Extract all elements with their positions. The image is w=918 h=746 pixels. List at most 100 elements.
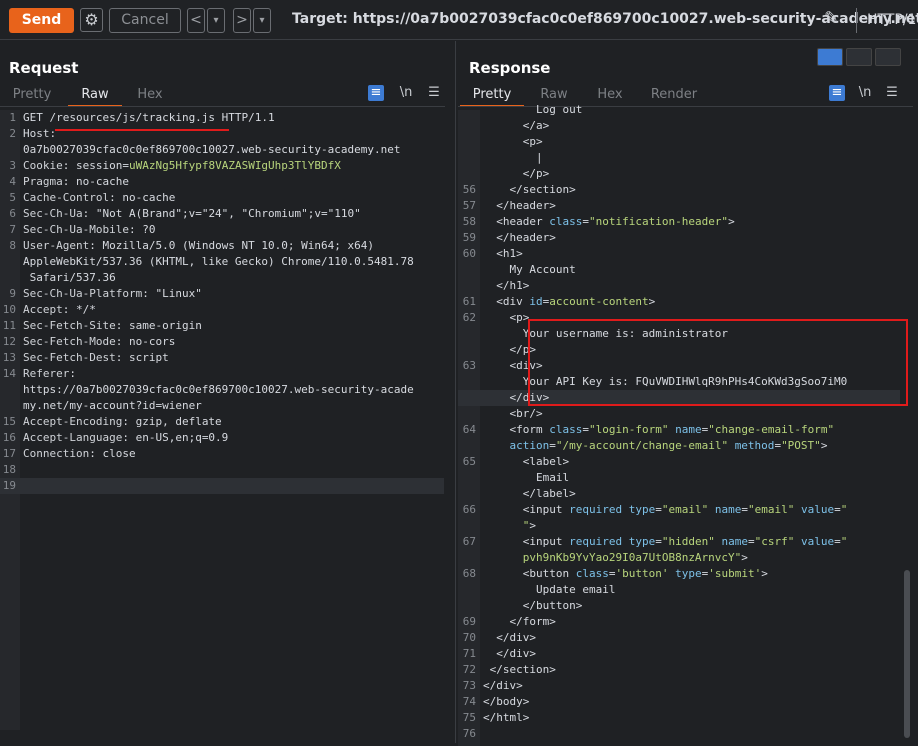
line-text: GET /resources/js/tracking.js HTTP/1.1	[23, 111, 275, 124]
line-number: 2	[9, 127, 16, 140]
response-line: My Account	[458, 262, 900, 278]
request-title: Request	[9, 59, 79, 77]
line-text: Accept: */*	[23, 303, 96, 316]
line-text: </button>	[522, 599, 583, 612]
tab-raw[interactable]: Raw	[68, 85, 122, 107]
response-line: 66 <input required type="email" name="em…	[458, 502, 900, 518]
line-number: 18	[2, 463, 16, 476]
request-line: 18	[0, 462, 444, 478]
line-number: 62	[462, 311, 476, 324]
menu-icon[interactable]: ☰	[426, 85, 442, 101]
line-number: 71	[462, 647, 476, 660]
layout-stacked-icon[interactable]	[846, 48, 872, 66]
line-text: <div id=account-content>	[496, 295, 656, 308]
response-line: <br/>	[458, 406, 900, 422]
message-actions-icon[interactable]: ≡	[368, 85, 384, 101]
line-text: My Account	[509, 263, 576, 276]
response-line: </a>	[458, 118, 900, 134]
request-line: Safari/537.36	[0, 270, 444, 286]
request-line: 7 Sec-Ch-Ua-Mobile: ?0	[0, 222, 444, 238]
tab-hex[interactable]: Hex	[128, 85, 172, 107]
gear-icon[interactable]: ⚙	[80, 8, 103, 32]
line-number: 64	[462, 423, 476, 436]
line-text: <header class="notification-header">	[496, 215, 735, 228]
line-number: 74	[462, 695, 476, 708]
forward-history-dropdown[interactable]: ▾	[253, 8, 271, 33]
tab-pretty[interactable]: Pretty	[9, 85, 55, 107]
annotation-underline	[55, 129, 229, 131]
response-line: 69 </form>	[458, 614, 900, 630]
line-text: Email	[535, 471, 570, 484]
line-text: <input required type="email" name="email…	[522, 503, 848, 516]
request-line: 4 Pragma: no-cache	[0, 174, 444, 190]
request-line: 11 Sec-Fetch-Site: same-origin	[0, 318, 444, 334]
line-text: |	[535, 151, 543, 164]
line-text: my.net/my-account?id=wiener	[23, 399, 202, 412]
layout-tabs-icon[interactable]	[875, 48, 901, 66]
line-number: 73	[462, 679, 476, 692]
response-scrollbar[interactable]	[904, 570, 910, 738]
tab-divider	[0, 106, 445, 107]
response-line: 76	[458, 726, 900, 742]
line-number: 12	[2, 335, 16, 348]
response-line: 57 </header>	[458, 198, 900, 214]
request-line: 19	[0, 478, 444, 494]
line-text: Cache-Control: no-cache	[23, 191, 176, 204]
request-line: 17 Connection: close	[0, 446, 444, 462]
back-history-dropdown[interactable]: ▾	[207, 8, 225, 33]
line-number: 16	[2, 431, 16, 444]
response-line: 74 </body>	[458, 694, 900, 710]
request-line: 10 Accept: */*	[0, 302, 444, 318]
line-text: Referer:	[23, 367, 76, 380]
response-line: pvh9nKb9YvYao29I0a7UtOB8nzArnvcY">	[458, 550, 900, 566]
response-editor[interactable]: Log out </a> <p> | </p> 56 </section> 57 <…	[458, 103, 913, 746]
line-text: <label>	[522, 455, 570, 468]
response-line: |	[458, 150, 900, 166]
newline-toggle-icon[interactable]: \n	[398, 85, 414, 101]
request-line: my.net/my-account?id=wiener	[0, 398, 444, 414]
message-actions-icon[interactable]: ≡	[829, 85, 845, 101]
layout-side-by-side-icon[interactable]	[817, 48, 843, 66]
line-text: <button class='button' type='submit'>	[522, 567, 768, 580]
line-text: Accept-Encoding: gzip, deflate	[23, 415, 222, 428]
line-text: <p>	[522, 135, 543, 148]
response-line: action="/my-account/change-email" method…	[458, 438, 900, 454]
protocol-label[interactable]: HTTP/1	[856, 8, 918, 33]
line-number: 56	[462, 183, 476, 196]
response-line: Update email	[458, 582, 900, 598]
response-line: 58 <header class="notification-header">	[458, 214, 900, 230]
response-line: 70 </div>	[458, 630, 900, 646]
line-number: 59	[462, 231, 476, 244]
line-number: 13	[2, 351, 16, 364]
cancel-button[interactable]: Cancel	[109, 8, 181, 33]
line-number: 63	[462, 359, 476, 372]
edit-target-icon[interactable]: ✎	[824, 8, 839, 29]
line-number: 15	[2, 415, 16, 428]
response-line: 56 </section>	[458, 182, 900, 198]
toolbar: Send ⚙ Cancel < ▾ > ▾ Target: https://0a…	[0, 0, 918, 40]
response-line: 67 <input required type="hidden" name="c…	[458, 534, 900, 550]
newline-toggle-icon[interactable]: \n	[857, 85, 873, 101]
request-line: AppleWebKit/537.36 (KHTML, like Gecko) C…	[0, 254, 444, 270]
menu-icon[interactable]: ☰	[884, 85, 900, 101]
response-line: ">	[458, 518, 900, 534]
response-line: 65 <label>	[458, 454, 900, 470]
line-text: pvh9nKb9YvYao29I0a7UtOB8nzArnvcY">	[522, 551, 748, 564]
line-number: 65	[462, 455, 476, 468]
response-line: <p>	[458, 134, 900, 150]
line-text: Sec-Fetch-Mode: no-cors	[23, 335, 176, 348]
send-button[interactable]: Send	[9, 8, 74, 33]
forward-button[interactable]: >	[233, 8, 251, 33]
line-text: Sec-Fetch-Site: same-origin	[23, 319, 202, 332]
line-text: Host:	[23, 127, 57, 140]
back-button[interactable]: <	[187, 8, 205, 33]
response-line: 75 </html>	[458, 710, 900, 726]
line-number: 3	[9, 159, 16, 172]
line-text: </section>	[509, 183, 576, 196]
request-editor[interactable]: 1 GET /resources/js/tracking.js HTTP/1.1 2…	[0, 110, 445, 730]
response-line: Log out	[458, 102, 900, 118]
line-text: </div>	[496, 647, 536, 660]
line-text: Sec-Ch-Ua-Mobile: ?0	[23, 223, 156, 236]
request-line: 8 User-Agent: Mozilla/5.0 (Windows NT 10.…	[0, 238, 444, 254]
line-number: 8	[9, 239, 16, 252]
